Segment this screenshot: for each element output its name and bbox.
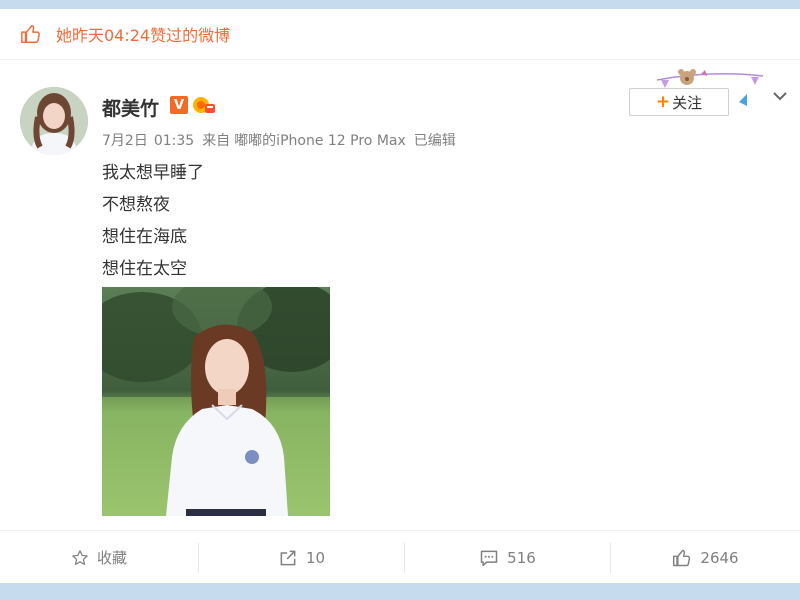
comment-button[interactable]: 516: [405, 531, 610, 584]
level-badge-icon[interactable]: [192, 95, 216, 115]
favorite-button[interactable]: 收藏: [0, 531, 198, 584]
liked-notice-text: 她昨天04:24赞过的微博: [56, 26, 231, 45]
repost-count: 10: [305, 548, 326, 567]
post-text-line: 想住在太空: [102, 259, 187, 279]
vip-v-icon[interactable]: V: [170, 96, 188, 114]
plus-icon: +: [655, 92, 671, 112]
post-photo[interactable]: [102, 287, 330, 516]
post-text-line: 我太想早睡了: [102, 163, 204, 183]
author-name[interactable]: 都美竹: [102, 94, 159, 121]
action-bar: 收藏 10 516 2646: [0, 530, 800, 584]
comment-count: 516: [507, 548, 536, 567]
source-prefix: 来自: [202, 133, 231, 149]
avatar[interactable]: [20, 87, 88, 155]
chevron-down-icon[interactable]: [770, 86, 790, 106]
post-text-line: 想住在海底: [102, 227, 187, 247]
repost-button[interactable]: 10: [199, 531, 404, 584]
post-meta: 7月2日 01:35 来自 嘟嘟的iPhone 12 Pro Max 已编辑: [102, 130, 462, 150]
edited-label[interactable]: 已编辑: [414, 133, 456, 149]
follow-button[interactable]: + 关注: [629, 88, 729, 116]
post-source[interactable]: 嘟嘟的iPhone 12 Pro Max: [234, 133, 406, 149]
top-frame-strip: [0, 0, 800, 9]
like-count: 2646: [700, 548, 739, 567]
star-icon: [72, 549, 88, 565]
thumbs-up-icon: [21, 25, 40, 43]
post-time[interactable]: 01:35: [154, 133, 194, 149]
comment-icon: [480, 550, 498, 566]
post-date[interactable]: 7月2日: [102, 133, 148, 149]
liked-notice-bar: 她昨天04:24赞过的微博: [0, 9, 800, 60]
bottom-frame-strip: [0, 583, 800, 600]
like-button[interactable]: 2646: [611, 531, 800, 584]
follow-button-label: 关注: [672, 93, 703, 112]
favorite-label: 收藏: [96, 549, 127, 567]
divider: [0, 59, 800, 60]
avatar-image: [20, 87, 88, 155]
share-icon: [280, 550, 296, 565]
post-text-line: 不想熬夜: [102, 195, 170, 215]
like-icon: [673, 549, 691, 566]
